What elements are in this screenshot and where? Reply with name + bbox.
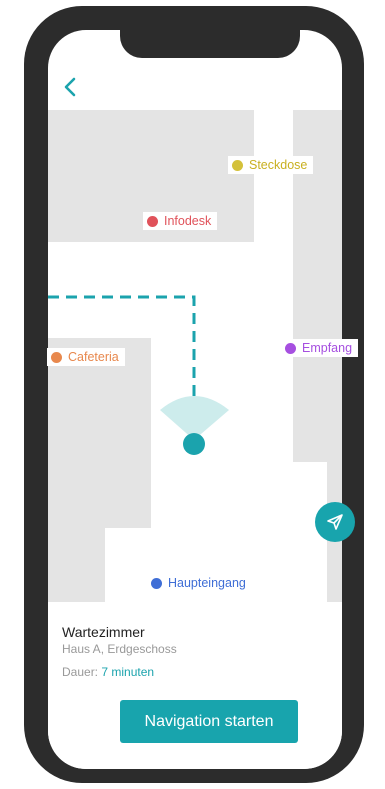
poi-haupteingang[interactable]: Haupteingang <box>147 574 252 592</box>
start-navigation-button[interactable]: Navigation starten <box>120 700 298 743</box>
poi-steckdose[interactable]: Steckdose <box>228 156 314 174</box>
poi-dot <box>285 342 296 354</box>
duration-label: Dauer: <box>62 665 99 679</box>
poi-label: Empfang <box>302 341 353 355</box>
phone-notch <box>120 30 300 58</box>
poi-label: Infodesk <box>164 214 212 228</box>
duration-row: Dauer: 7 minuten <box>62 665 154 679</box>
back-button[interactable] <box>58 74 84 100</box>
duration-value: 7 minuten <box>101 665 155 679</box>
poi-infodesk[interactable]: Infodesk <box>143 212 218 230</box>
chevron-left-icon <box>64 77 76 97</box>
destination-subtitle: Haus A, Erdgeschoss <box>62 642 177 656</box>
poi-label: Cafeteria <box>68 350 119 364</box>
poi-cafeteria[interactable]: Cafeteria <box>47 348 125 366</box>
poi-dot <box>232 159 243 171</box>
poi-dot <box>151 577 162 589</box>
locate-button[interactable] <box>315 502 355 542</box>
destination-title: Wartezimmer <box>62 624 145 640</box>
poi-empfang[interactable]: Empfang <box>281 339 359 357</box>
poi-label: Steckdose <box>249 158 308 172</box>
user-location-dot <box>183 433 205 455</box>
paper-plane-icon <box>327 514 343 530</box>
poi-dot <box>51 351 62 363</box>
poi-label: Haupteingang <box>168 576 246 590</box>
poi-dot <box>147 215 158 227</box>
